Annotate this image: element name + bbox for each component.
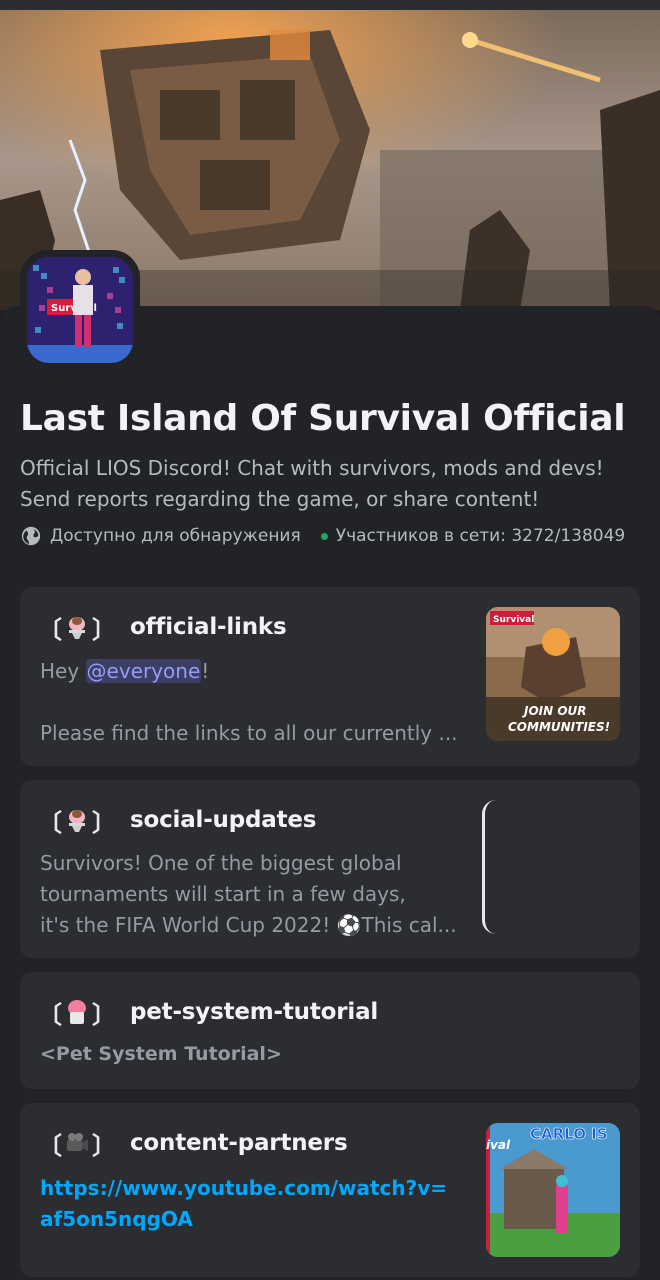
everyone-mention[interactable]: @everyone bbox=[85, 659, 202, 683]
server-avatar: Survival bbox=[27, 257, 133, 363]
channel-card-pet-system-tutorial[interactable]: 〔 〕 pet-system-tutorial <Pet System Tuto… bbox=[20, 972, 640, 1089]
shaved-ice-icon bbox=[68, 1000, 86, 1024]
ice-cream-icon bbox=[69, 810, 85, 832]
ice-cream-icon bbox=[69, 617, 85, 639]
thumb-caption: CARLO IS bbox=[530, 1125, 608, 1143]
preview-text: Hey bbox=[40, 659, 86, 683]
thumb-caption-2: COMMUNITIES! bbox=[508, 720, 610, 734]
channel-name: social-updates bbox=[130, 807, 317, 833]
channel-header: 〔 〕 pet-system-tutorial bbox=[38, 994, 378, 1030]
channel-card-official-links[interactable]: 〔 〕 official-links Hey @everyone! Please… bbox=[20, 587, 640, 766]
bracket-left: 〔 bbox=[38, 1000, 62, 1029]
bracket-right: 〕 bbox=[92, 1131, 116, 1160]
online-status-dot bbox=[320, 532, 328, 540]
bracket-left: 〔 bbox=[38, 1131, 62, 1160]
preview-text: ! bbox=[201, 659, 210, 683]
top-edge-bar bbox=[0, 0, 660, 10]
thumbnail-placeholder bbox=[482, 800, 499, 934]
link-line[interactable]: https://www.youtube.com/watch?v= bbox=[40, 1173, 447, 1204]
channel-thumbnail[interactable]: CARLO IS ival bbox=[486, 1123, 620, 1257]
online-members-count: Участников в сети: 3272/138049 bbox=[335, 526, 626, 546]
youtube-link[interactable]: https://www.youtube.com/watch?v= af5on5n… bbox=[40, 1173, 447, 1235]
globe-icon bbox=[21, 526, 41, 546]
link-line[interactable]: af5on5nqgOA bbox=[40, 1204, 447, 1235]
message-preview-line: Please find the links to all our current… bbox=[40, 721, 458, 745]
server-preview-screen: Survival Last Island Of Survival Officia… bbox=[0, 0, 660, 1280]
channel-header: 〔 〕 official-links bbox=[38, 609, 287, 645]
bracket-left: 〔 bbox=[38, 808, 62, 837]
server-meta-row: Доступно для обнаружения Участников в се… bbox=[20, 522, 660, 550]
channel-thumbnail[interactable]: Survival JOIN OUR COMMUNITIES! bbox=[486, 607, 620, 741]
thumb-brand-text: ival bbox=[486, 1138, 511, 1152]
server-name: Last Island Of Survival Official bbox=[20, 398, 626, 439]
channel-card-social-updates[interactable]: 〔 〕 social-updates Survivors! One of the… bbox=[20, 780, 640, 958]
message-preview-line: Survivors! One of the biggest global bbox=[40, 851, 402, 875]
channel-name: pet-system-tutorial bbox=[130, 999, 379, 1025]
server-description: Official LIOS Discord! Chat with survivo… bbox=[20, 456, 604, 511]
channel-name: official-links bbox=[130, 614, 287, 640]
channel-card-content-partners[interactable]: 〔 〕 content-partners https://www.youtube… bbox=[20, 1103, 640, 1277]
thumb-caption-1: JOIN OUR bbox=[522, 704, 587, 718]
message-preview-line: it's the FIFA World Cup 2022! ⚽This cal.… bbox=[40, 913, 457, 937]
message-preview-line: Hey @everyone! bbox=[40, 659, 209, 683]
discoverable-label: Доступно для обнаружения bbox=[50, 526, 301, 546]
bracket-right: 〕 bbox=[92, 615, 116, 644]
movie-camera-icon bbox=[67, 1133, 88, 1151]
thumb-brand-text: Survival bbox=[493, 615, 534, 625]
message-preview-line: tournaments will start in a few days, bbox=[40, 882, 406, 906]
channel-header: 〔 〕 content-partners bbox=[38, 1125, 348, 1161]
bracket-left: 〔 bbox=[38, 615, 62, 644]
channel-name: content-partners bbox=[130, 1130, 348, 1156]
channel-header: 〔 〕 social-updates bbox=[38, 802, 316, 838]
message-preview-line: <Pet System Tutorial> bbox=[40, 1043, 282, 1065]
server-icon-frame: Survival bbox=[20, 250, 140, 370]
bracket-right: 〕 bbox=[92, 808, 116, 837]
bracket-right: 〕 bbox=[92, 1000, 116, 1029]
